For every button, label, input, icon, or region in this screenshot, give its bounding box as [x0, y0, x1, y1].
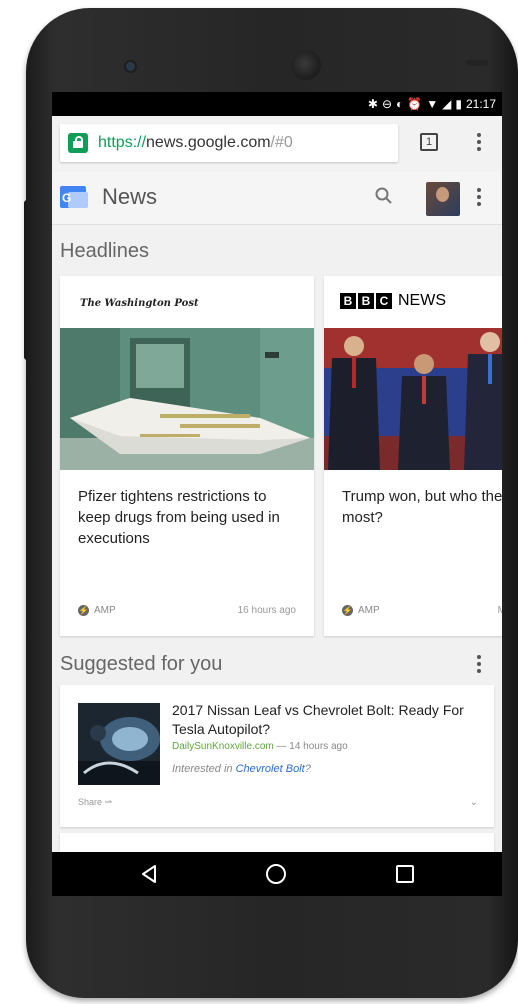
recents-icon[interactable]	[396, 865, 414, 883]
bluetooth-icon: ✱	[367, 97, 378, 111]
proximity-sensor	[466, 60, 488, 66]
car-interior-thumbnail	[78, 703, 160, 785]
next-story-card[interactable]	[60, 833, 494, 853]
signal-icon: ◢	[442, 97, 452, 111]
bbc-letter: B	[340, 293, 356, 309]
lock-icon	[68, 133, 88, 153]
status-bar: ✱ ⊖ ◐ ⏰ ▼ ◢ ▮ 21:17	[52, 92, 502, 116]
bbc-letter: B	[358, 293, 374, 309]
headline-title: Trump won, but who the most?	[342, 488, 502, 526]
suggested-title: Suggested for you	[60, 653, 223, 675]
dnd-icon: ⊖	[381, 97, 393, 111]
share-button[interactable]: Share ⇀	[78, 797, 112, 808]
meta-separator: —	[273, 741, 290, 752]
android-nav-bar	[52, 852, 502, 896]
headline-card[interactable]: B B C NEWS Trump won, but who the most? …	[324, 276, 502, 636]
wifi-icon: ▼	[426, 97, 439, 111]
suggested-story-meta: DailySunKnoxville.com — 14 hours ago	[172, 741, 348, 752]
bbc-news-logo: B B C NEWS	[340, 292, 446, 310]
phone-screen: ✱ ⊖ ◐ ⏰ ▼ ◢ ▮ 21:17 https://news.google.…	[52, 92, 502, 896]
interest-prefix: Interested in	[172, 763, 236, 775]
url-field[interactable]: https://news.google.com/#0	[60, 124, 398, 162]
source-logo: The Washington Post	[80, 298, 199, 309]
status-time: 21:17	[465, 97, 496, 111]
data-saver-icon: ◐	[396, 97, 404, 111]
suggested-story-title: 2017 Nissan Leaf vs Chevrolet Bolt: Read…	[172, 702, 464, 737]
speaker-icon	[126, 62, 135, 71]
headline-time: 16 hours ago	[237, 605, 296, 616]
amp-icon: ⚡	[342, 605, 353, 616]
chevron-down-icon[interactable]: ⌄	[470, 797, 478, 808]
url-scheme: https://	[98, 134, 147, 151]
alarm-icon: ⏰	[407, 97, 423, 111]
avatar[interactable]	[426, 182, 460, 216]
url-host: news.google.com	[146, 134, 271, 151]
interest-line: Interested in Chevrolet Bolt?	[172, 763, 311, 775]
interest-suffix: ?	[304, 763, 311, 775]
bbc-letter: C	[376, 293, 392, 309]
candidates-stage-image	[324, 328, 502, 470]
news-app-bar: G News	[52, 172, 502, 225]
interest-topic-link[interactable]: Chevrolet Bolt	[236, 763, 305, 775]
back-icon[interactable]	[140, 864, 160, 884]
amp-label: AMP	[358, 605, 380, 616]
headline-title: Pfizer tightens restrictions to keep dru…	[78, 488, 280, 547]
suggested-story-card[interactable]: 2017 Nissan Leaf vs Chevrolet Bolt: Read…	[60, 685, 494, 827]
story-time: 14 hours ago	[289, 741, 348, 752]
headline-card[interactable]: The Washington Post Pfizer tightens rest…	[60, 276, 314, 636]
battery-icon: ▮	[455, 97, 462, 111]
tab-switcher-button[interactable]: 1	[420, 133, 438, 151]
amp-icon: ⚡	[78, 605, 89, 616]
amp-badge: ⚡ AMP	[342, 605, 380, 616]
search-icon[interactable]	[374, 186, 394, 206]
url-hash: /#0	[270, 134, 293, 151]
headline-time: M	[497, 605, 502, 616]
home-icon[interactable]	[266, 864, 286, 884]
execution-room-image	[60, 328, 314, 470]
amp-badge: ⚡ AMP	[78, 605, 116, 616]
story-source: DailySunKnoxville.com	[172, 741, 274, 752]
app-title: News	[102, 184, 158, 209]
amp-label: AMP	[94, 605, 116, 616]
browser-menu-icon[interactable]	[476, 133, 482, 151]
headlines-title: Headlines	[60, 240, 149, 262]
browser-toolbar: https://news.google.com/#0 1	[52, 116, 502, 172]
app-menu-icon[interactable]	[476, 188, 482, 206]
suggested-menu-icon[interactable]	[476, 655, 482, 673]
front-camera-icon	[291, 50, 321, 80]
google-news-logo-icon: G	[60, 186, 90, 210]
bbc-news-word: NEWS	[398, 292, 446, 309]
